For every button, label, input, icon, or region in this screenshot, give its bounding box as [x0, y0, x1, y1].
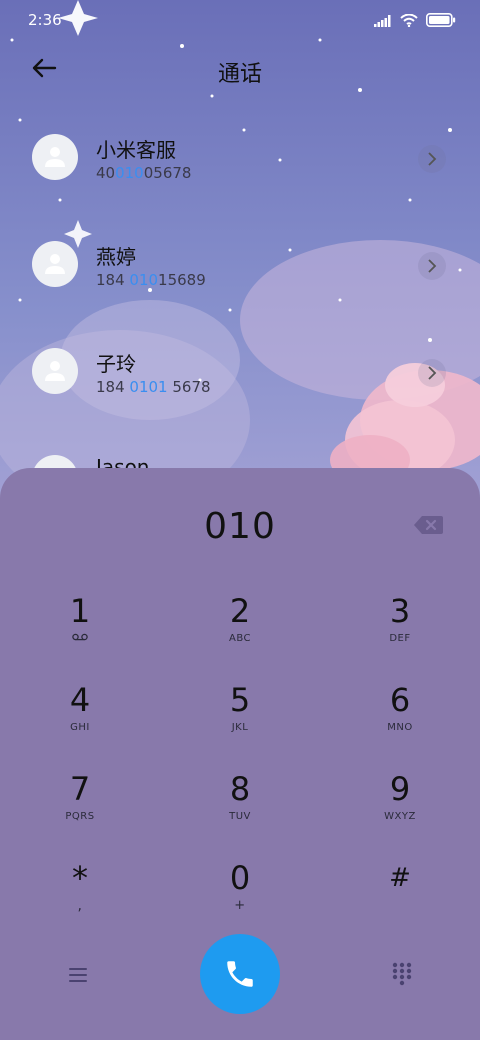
contact-detail-button[interactable] — [418, 145, 446, 173]
key-digit: 9 — [389, 770, 411, 808]
contact-name: 小米客服 — [96, 138, 176, 162]
keypad-icon — [392, 962, 412, 986]
dialer-actions — [0, 934, 480, 1014]
key-digit: 7 — [69, 770, 91, 808]
key-digit: 1 — [69, 592, 91, 630]
wifi-icon — [400, 12, 418, 31]
dialed-number: 010 — [204, 506, 276, 547]
contact-number: 184 0101 5678 — [96, 378, 211, 396]
key-letters: GHI — [70, 722, 90, 733]
avatar — [32, 241, 78, 287]
contact-name: 子玲 — [96, 352, 136, 376]
status-icons — [374, 12, 456, 31]
key-digit: # — [389, 863, 411, 893]
key-8[interactable]: 8 TUV — [180, 770, 300, 850]
backspace-button[interactable] — [412, 514, 444, 536]
key-digit: 2 — [229, 592, 251, 630]
chevron-right-icon — [428, 152, 437, 166]
key-digit: * — [72, 859, 88, 897]
status-time: 2:36 — [28, 11, 62, 29]
menu-button[interactable] — [64, 964, 92, 986]
signal-icon — [374, 12, 392, 31]
key-5[interactable]: 5 JKL — [180, 681, 300, 761]
key-letters: PQRS — [65, 811, 95, 822]
key-1[interactable]: 1 — [20, 592, 140, 672]
status-bar: 2:36 — [0, 0, 480, 40]
chevron-right-icon — [428, 366, 437, 380]
key-3[interactable]: 3 DEF — [340, 592, 460, 672]
key-digit: 8 — [229, 770, 251, 808]
contact-number: 4001005678 — [96, 164, 192, 182]
person-icon — [45, 361, 65, 381]
key-letters: , — [77, 898, 83, 914]
key-digit: 3 — [389, 592, 411, 630]
call-button[interactable] — [200, 934, 280, 1014]
key-letters: JKL — [231, 722, 249, 733]
key-letters: WXYZ — [384, 811, 416, 822]
contact-detail-button[interactable] — [418, 359, 446, 387]
key-digit: 0 — [229, 859, 251, 897]
voicemail-icon — [72, 632, 88, 646]
keypad-toggle-button[interactable] — [388, 962, 416, 986]
key-digit: 6 — [389, 681, 411, 719]
contact-name: 燕婷 — [96, 245, 136, 269]
key-letters: + — [234, 898, 246, 913]
key-6[interactable]: 6 MNO — [340, 681, 460, 761]
dialer-panel: 010 1 2 ABC 3 DEF 4 GHI 5 JKL 6 MNO 7 PQ… — [0, 468, 480, 1040]
key-hash[interactable]: # — [340, 859, 460, 939]
backspace-icon — [414, 516, 443, 534]
key-letters: ABC — [228, 633, 251, 644]
page-title: 通话 — [217, 62, 262, 87]
key-4[interactable]: 4 GHI — [20, 681, 140, 761]
contact-detail-button[interactable] — [418, 252, 446, 280]
contact-row[interactable]: 燕婷 184 01015689 — [0, 219, 480, 326]
contact-number: 184 01015689 — [96, 271, 206, 289]
contact-row[interactable]: 小米客服 4001005678 — [0, 112, 480, 219]
key-0[interactable]: 0 + — [180, 859, 300, 939]
key-2[interactable]: 2 ABC — [180, 592, 300, 672]
menu-icon — [69, 968, 87, 982]
key-letters: DEF — [389, 633, 411, 644]
key-digit: 5 — [229, 681, 251, 719]
person-icon — [45, 254, 65, 274]
contact-row[interactable]: 子玲 184 0101 5678 — [0, 326, 480, 433]
person-icon — [45, 147, 65, 167]
key-digit: 4 — [69, 681, 91, 719]
battery-icon — [426, 12, 456, 31]
avatar — [32, 348, 78, 394]
key-letters: MNO — [387, 722, 413, 733]
key-7[interactable]: 7 PQRS — [20, 770, 140, 850]
chevron-right-icon — [428, 259, 437, 273]
app-header: 通话 — [0, 44, 480, 96]
avatar — [32, 134, 78, 180]
key-9[interactable]: 9 WXYZ — [340, 770, 460, 850]
phone-icon — [227, 961, 253, 987]
key-star[interactable]: * , — [20, 859, 140, 939]
key-letters: TUV — [229, 811, 251, 822]
